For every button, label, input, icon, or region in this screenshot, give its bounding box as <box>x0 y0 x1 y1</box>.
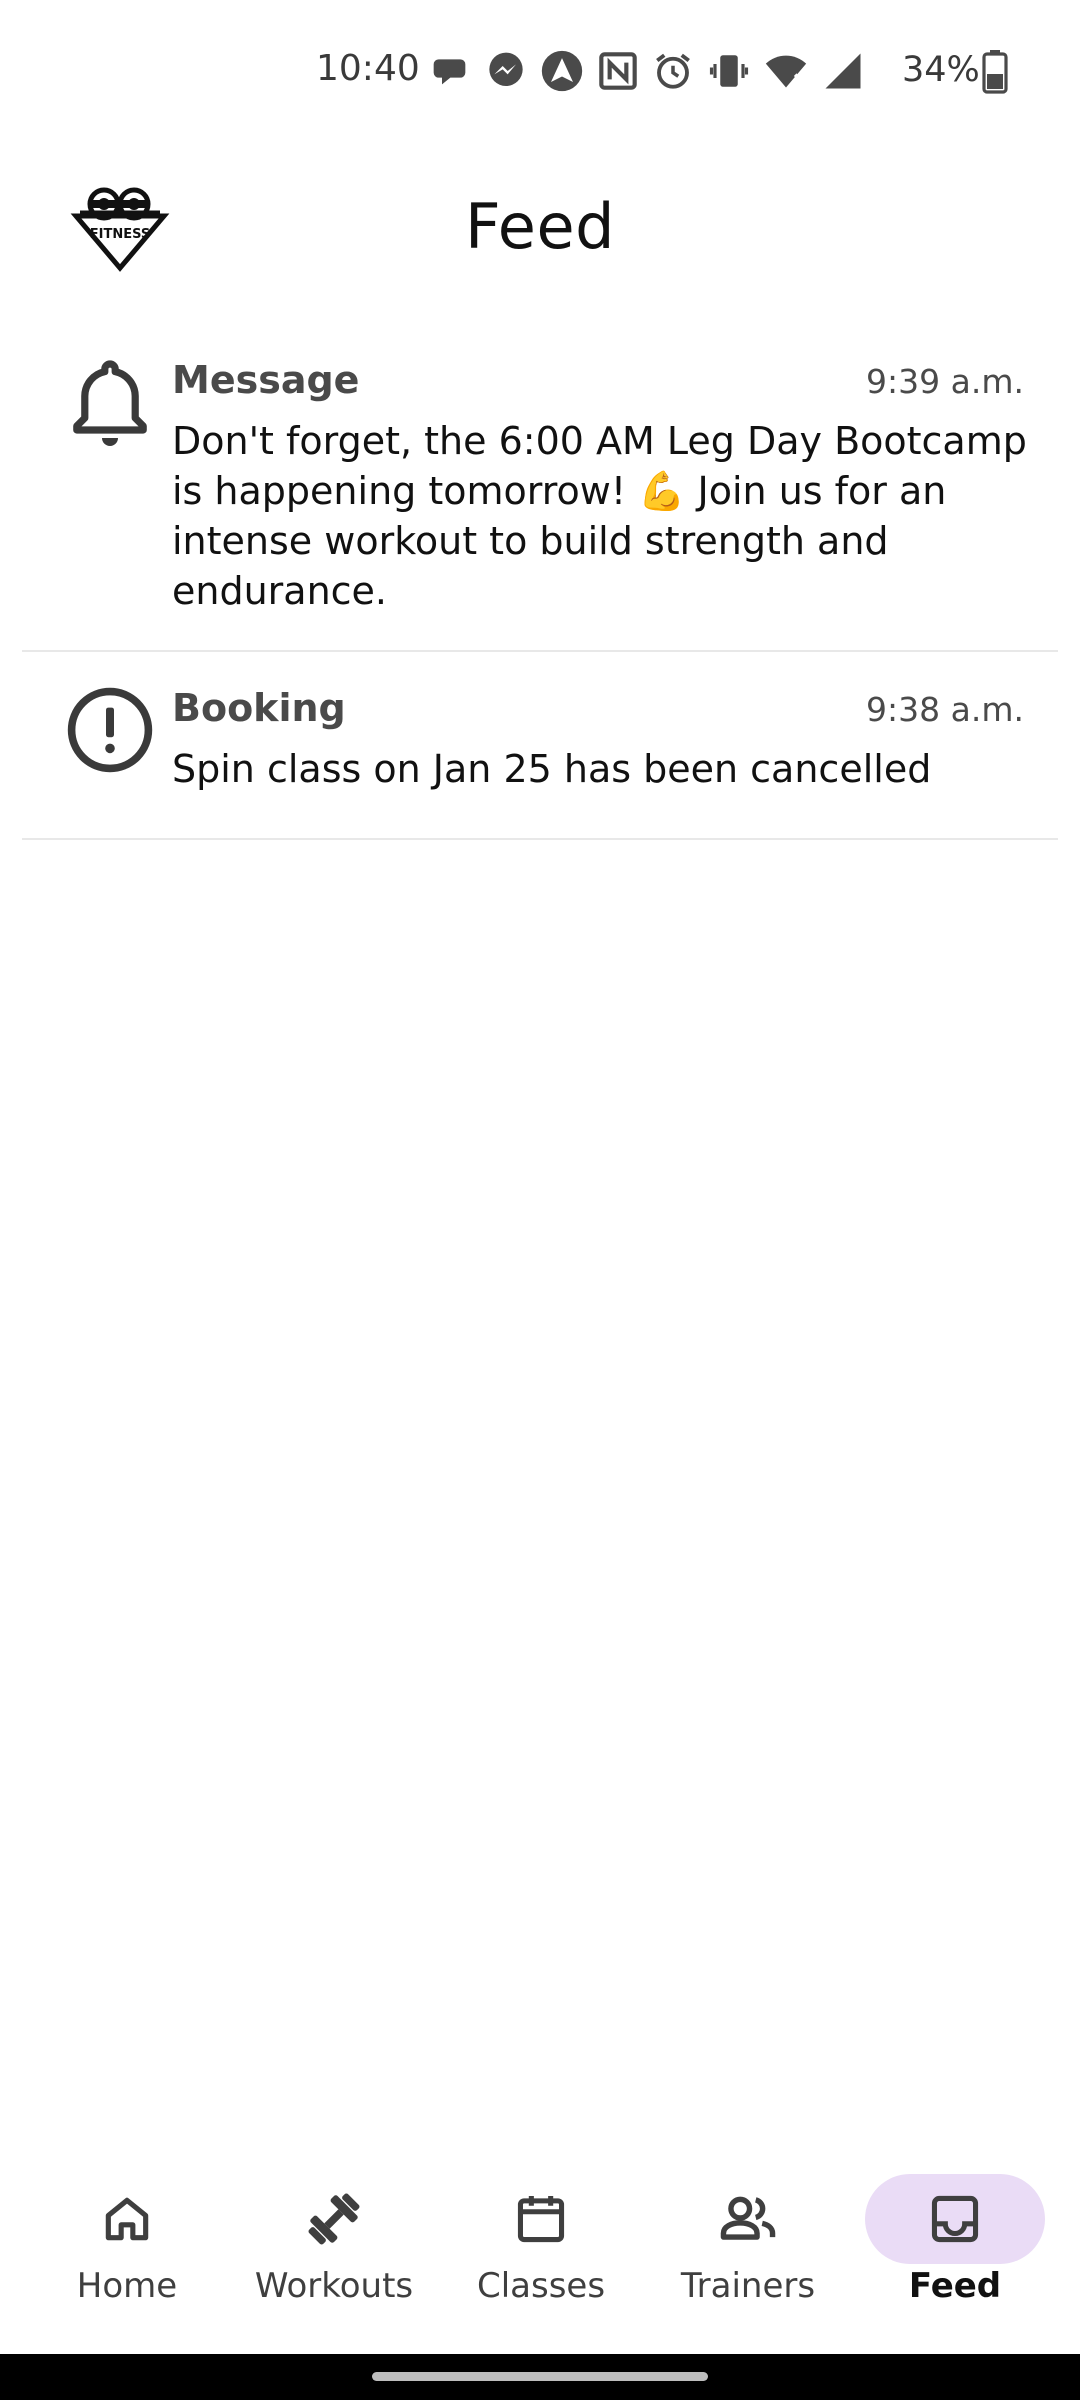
feed-list: Message 9:39 a.m. Don't forget, the 6:00… <box>0 330 1080 840</box>
status-icons <box>432 48 864 94</box>
feed-item-body: Don't forget, the 6:00 AM Leg Day Bootca… <box>172 419 1027 613</box>
alert-circle-icon <box>62 682 158 778</box>
nav-item-classes[interactable]: Classes <box>441 2154 641 2324</box>
status-bar: 10:40 34% <box>0 0 1080 140</box>
dumbbell-icon <box>244 2174 424 2264</box>
nav-item-workouts[interactable]: Workouts <box>234 2154 434 2324</box>
feed-item-type: Booking <box>172 686 346 730</box>
feed-item-message[interactable]: Message 9:39 a.m. Don't forget, the 6:00… <box>22 330 1058 652</box>
nav-label: Trainers <box>680 2266 816 2306</box>
alarm-icon <box>652 50 694 92</box>
page-title: Feed <box>465 190 615 263</box>
battery-percentage: 34% <box>902 50 980 90</box>
feed-screen: 10:40 34% FITNESS Feed Message 9:39 a.m.… <box>0 0 1080 2400</box>
battery-icon <box>982 50 1008 98</box>
nav-label: Classes <box>476 2266 606 2306</box>
gesture-bar <box>0 2354 1080 2400</box>
feed-item-time: 9:39 a.m. <box>866 362 1024 401</box>
bottom-navigation: Home Workouts Classes Trainers Feed <box>0 2154 1080 2354</box>
nav-item-feed[interactable]: Feed <box>855 2154 1055 2324</box>
nav-label: Workouts <box>254 2266 414 2306</box>
inbox-icon <box>865 2174 1045 2264</box>
home-icon <box>37 2174 217 2264</box>
nav-item-trainers[interactable]: Trainers <box>648 2154 848 2324</box>
nav-label: Home <box>76 2266 178 2306</box>
signal-icon <box>822 50 864 92</box>
home-gesture-handle[interactable] <box>372 2372 708 2381</box>
navigation-icon <box>540 49 584 93</box>
nav-item-home[interactable]: Home <box>27 2154 227 2324</box>
vibrate-icon <box>708 50 750 92</box>
feed-item-type: Message <box>172 358 360 402</box>
people-icon <box>658 2174 838 2264</box>
messenger-icon <box>486 51 526 91</box>
feed-item-body: Spin class on Jan 25 has been cancelled <box>172 747 932 791</box>
feed-item-booking[interactable]: Booking 9:38 a.m. Spin class on Jan 25 h… <box>22 652 1058 840</box>
wifi-icon <box>764 49 808 93</box>
calendar-icon <box>451 2174 631 2264</box>
chat-bubble-icon <box>432 51 472 91</box>
app-header: FITNESS Feed <box>0 160 1080 300</box>
feed-item-time: 9:38 a.m. <box>866 690 1024 729</box>
nav-label: Feed <box>908 2266 1002 2306</box>
status-time: 10:40 <box>316 48 420 89</box>
bell-icon <box>62 354 158 450</box>
nfc-icon <box>598 51 638 91</box>
